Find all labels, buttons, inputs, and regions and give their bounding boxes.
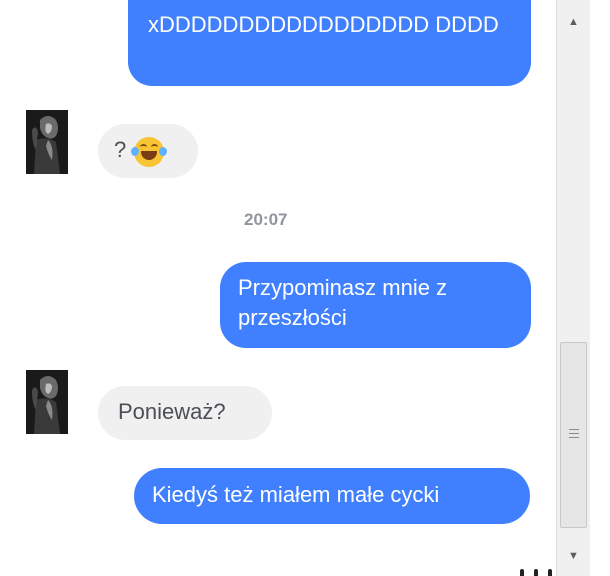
outgoing-message-bubble[interactable]: Kiedyś też miałem małe cycki bbox=[134, 468, 530, 524]
message-text: ? bbox=[114, 137, 127, 162]
outgoing-message-bubble[interactable]: xDDDDDDDDDDDDDDDDD DDDD bbox=[128, 0, 531, 86]
message-timestamp: 20:07 bbox=[244, 210, 288, 229]
chat-window: xDDDDDDDDDDDDDDDDD DDDD ? 20:07 Przypomi… bbox=[0, 0, 610, 576]
contact-avatar[interactable] bbox=[26, 370, 68, 434]
face-with-tears-of-joy-icon bbox=[131, 137, 168, 167]
grip-lines-icon bbox=[569, 429, 579, 441]
message-text: Ponieważ? bbox=[118, 399, 226, 424]
vertical-scrollbar[interactable]: ▲ ▼ bbox=[556, 0, 590, 576]
outgoing-message-bubble[interactable]: Przypominasz mnie z przeszłości bbox=[220, 262, 531, 348]
caret-up-icon[interactable]: ▲ bbox=[557, 2, 590, 42]
incoming-message-bubble[interactable]: ? bbox=[98, 124, 198, 178]
scrollbar-thumb[interactable] bbox=[560, 342, 587, 528]
message-text: xDDDDDDDDDDDDDDDDD DDDD bbox=[148, 12, 499, 37]
message-text: Przypominasz mnie z przeszłości bbox=[238, 275, 448, 330]
message-text: Kiedyś też miałem małe cycki bbox=[152, 482, 440, 507]
incoming-message-bubble[interactable]: Ponieważ? bbox=[98, 386, 272, 440]
contact-avatar[interactable] bbox=[26, 110, 68, 174]
cropped-bottom-edge bbox=[520, 566, 580, 576]
